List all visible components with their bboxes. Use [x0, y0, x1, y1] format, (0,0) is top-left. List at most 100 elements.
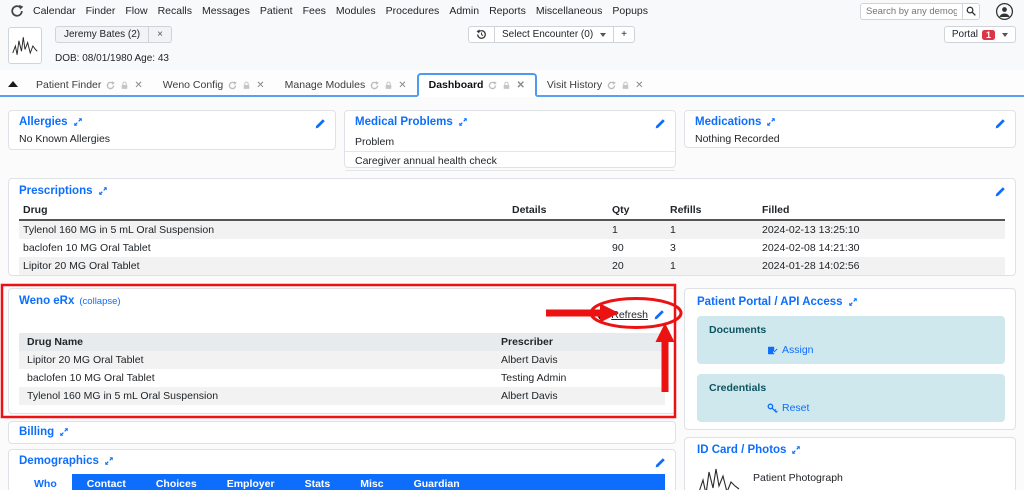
- demo-tab-guardian[interactable]: Guardian: [399, 474, 475, 490]
- menu-popups[interactable]: Popups: [612, 5, 648, 17]
- menu-messages[interactable]: Messages: [202, 5, 250, 17]
- patient-avatar[interactable]: [8, 27, 42, 64]
- expand-icon: [105, 457, 113, 465]
- expand-icon: [73, 118, 82, 126]
- tab-lock-icon[interactable]: [120, 81, 129, 90]
- problem-row[interactable]: Caregiver annual health check: [345, 152, 675, 171]
- billing-title[interactable]: Billing: [19, 426, 665, 438]
- tab-close-icon[interactable]: ✕: [516, 80, 524, 91]
- main-menu: Calendar Finder Flow Recalls Messages Pa…: [33, 5, 648, 17]
- demo-tab-contact[interactable]: Contact: [72, 474, 141, 490]
- prescription-row[interactable]: Lipitor 20 MG Oral Tablet 20 1 2024-01-28…: [19, 257, 1005, 275]
- tab-weno-config[interactable]: Weno Config ✕: [153, 75, 275, 95]
- menu-procedures[interactable]: Procedures: [386, 5, 440, 17]
- demo-tab-stats[interactable]: Stats: [290, 474, 346, 490]
- menu-admin[interactable]: Admin: [449, 5, 479, 17]
- patient-photo-thumbnail[interactable]: [697, 464, 741, 490]
- search-input[interactable]: [860, 2, 962, 20]
- portal-count-badge: 1: [981, 29, 995, 40]
- weno-row[interactable]: Tylenol 160 MG in 5 mL Oral Suspension Al…: [19, 387, 665, 405]
- weno-row[interactable]: baclofen 10 MG Oral Tablet Testing Admin: [19, 369, 665, 387]
- edit-medications-pencil-icon[interactable]: [994, 117, 1006, 135]
- portal-dropdown-button[interactable]: Portal 1: [943, 26, 1016, 43]
- openemr-dashboard: Calendar Finder Flow Recalls Messages Pa…: [0, 0, 1024, 490]
- edit-medical-problems-pencil-icon[interactable]: [654, 117, 666, 135]
- edit-weno-pencil-icon[interactable]: [653, 309, 665, 321]
- tab-refresh-icon[interactable]: [488, 80, 498, 90]
- search-button[interactable]: [962, 2, 980, 20]
- tab-lock-icon[interactable]: [242, 81, 251, 90]
- credentials-label: Credentials: [709, 382, 767, 394]
- reset-button[interactable]: Reset: [767, 402, 809, 414]
- tab-manage-modules[interactable]: Manage Modules ✕: [275, 75, 417, 95]
- prescriptions-title[interactable]: Prescriptions: [19, 185, 1005, 197]
- menu-patient[interactable]: Patient: [260, 5, 293, 17]
- menu-finder[interactable]: Finder: [86, 5, 116, 17]
- patient-portal-title[interactable]: Patient Portal / API Access: [697, 296, 1003, 308]
- id-card-title[interactable]: ID Card / Photos: [697, 444, 1003, 456]
- demographics-title[interactable]: Demographics: [19, 455, 665, 467]
- prescription-row[interactable]: baclofen 10 MG Oral Tablet 90 3 2024-02-0…: [19, 239, 1005, 257]
- tab-close-icon[interactable]: ✕: [398, 80, 406, 91]
- tab-refresh-icon[interactable]: [370, 80, 380, 90]
- demographics-card: Demographics Who Contact Choices Employe…: [8, 449, 676, 490]
- refresh-icon: [598, 309, 609, 320]
- prescriptions-card: Prescriptions Drug Details Qty Refills F…: [8, 178, 1016, 276]
- weno-collapse-link[interactable]: (collapse): [79, 296, 120, 307]
- user-account-icon[interactable]: [995, 2, 1014, 21]
- medical-problems-title[interactable]: Medical Problems: [345, 116, 675, 128]
- key-icon: [767, 403, 778, 413]
- menu-reports[interactable]: Reports: [489, 5, 526, 17]
- add-encounter-button[interactable]: +: [614, 26, 636, 43]
- demo-tab-misc[interactable]: Misc: [345, 474, 398, 490]
- app-logo-refresh-icon[interactable]: [10, 4, 24, 18]
- chevron-down-icon: [1002, 32, 1008, 37]
- tab-refresh-icon[interactable]: [106, 80, 116, 90]
- weno-refresh-button[interactable]: Refresh: [597, 309, 648, 321]
- expand-icon: [60, 428, 68, 436]
- edit-allergies-pencil-icon[interactable]: [314, 117, 326, 135]
- assign-button[interactable]: Assign: [767, 344, 814, 356]
- tab-refresh-icon[interactable]: [607, 80, 616, 90]
- tab-close-icon[interactable]: ✕: [256, 80, 264, 91]
- top-navbar: Calendar Finder Flow Recalls Messages Pa…: [0, 0, 1024, 22]
- expand-icon: [848, 298, 857, 306]
- tab-visit-history[interactable]: Visit History ✕: [537, 75, 654, 95]
- tab-lock-icon[interactable]: [621, 81, 630, 90]
- allergies-content: No Known Allergies: [19, 133, 111, 145]
- menu-recalls[interactable]: Recalls: [158, 5, 192, 17]
- weno-erx-title: Weno eRx (collapse): [19, 295, 121, 307]
- tab-refresh-icon[interactable]: [228, 80, 238, 90]
- col-qty: Qty: [608, 202, 666, 221]
- edit-prescriptions-pencil-icon[interactable]: [994, 185, 1006, 203]
- weno-row[interactable]: Lipitor 20 MG Oral Tablet Albert Davis: [19, 351, 665, 369]
- tab-lock-icon[interactable]: [384, 81, 393, 90]
- tab-patient-finder[interactable]: Patient Finder ✕: [26, 75, 153, 95]
- tab-close-icon[interactable]: ✕: [635, 80, 643, 91]
- menu-fees[interactable]: Fees: [303, 5, 326, 17]
- demo-tab-employer[interactable]: Employer: [212, 474, 290, 490]
- prescription-row[interactable]: Tylenol 160 MG in 5 mL Oral Suspension 1…: [19, 220, 1005, 239]
- patient-close-button[interactable]: ×: [149, 26, 172, 43]
- collapse-tabs-caret-icon[interactable]: [8, 81, 18, 87]
- col-details: Details: [508, 202, 608, 221]
- menu-flow[interactable]: Flow: [125, 5, 147, 17]
- menu-modules[interactable]: Modules: [336, 5, 376, 17]
- demo-tab-who[interactable]: Who: [19, 474, 72, 490]
- demo-tab-choices[interactable]: Choices: [141, 474, 212, 490]
- menu-miscellaneous[interactable]: Miscellaneous: [536, 5, 603, 17]
- problems-column-header: Problem: [345, 133, 675, 152]
- weno-erx-table: Drug Name Prescriber Lipitor 20 MG Oral …: [19, 333, 665, 405]
- tab-lock-icon[interactable]: [502, 81, 511, 90]
- edit-demographics-pencil-icon[interactable]: [654, 456, 666, 474]
- patient-name-button[interactable]: Jeremy Bates (2): [55, 26, 150, 43]
- tab-close-icon[interactable]: ✕: [134, 80, 142, 91]
- menu-calendar[interactable]: Calendar: [33, 5, 76, 17]
- allergies-title[interactable]: Allergies: [19, 116, 325, 128]
- id-card-photos-card: ID Card / Photos Patient Photograph: [684, 437, 1016, 490]
- medications-title[interactable]: Medications: [695, 116, 1005, 128]
- tab-dashboard[interactable]: Dashboard ✕: [416, 73, 537, 97]
- select-encounter-dropdown[interactable]: Select Encounter (0): [495, 26, 615, 43]
- patient-photograph-label: Patient Photograph: [753, 472, 843, 484]
- encounter-history-button[interactable]: [468, 26, 495, 43]
